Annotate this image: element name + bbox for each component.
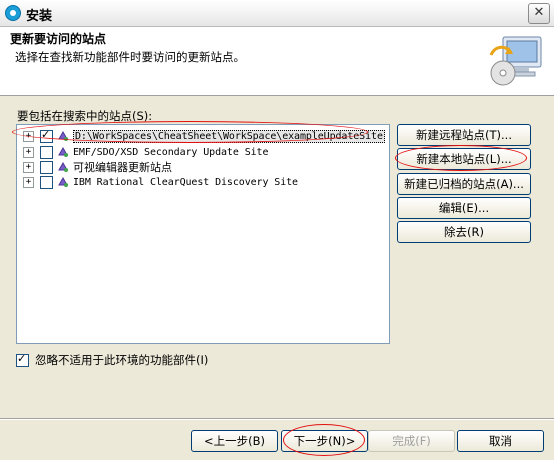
list-item[interactable]: + IBM Rational ClearQuest Discovery Site — [23, 174, 298, 190]
site-icon — [58, 161, 68, 172]
close-icon: ✕ — [533, 5, 545, 20]
expand-icon[interactable]: + — [23, 146, 34, 158]
header-banner: 更新要访问的站点 选择在查找新功能部件时要访问的更新站点。 — [0, 27, 554, 96]
new-archived-site-button[interactable]: 新建已归档的站点(A)... — [397, 173, 531, 195]
title-bar[interactable]: 安装 ✕ — [0, 0, 554, 27]
update-site-icon — [489, 36, 542, 86]
site-checkbox[interactable] — [40, 128, 53, 143]
next-button[interactable]: 下一步(N)> — [281, 430, 368, 452]
list-item[interactable]: + D:\WorkSpaces\CheatSheet\WorkSpace\exa… — [23, 128, 385, 144]
list-item[interactable]: + 可视编辑器更新站点 — [23, 159, 172, 175]
divider — [0, 418, 554, 420]
eclipse-icon — [5, 5, 21, 21]
site-icon — [58, 176, 68, 187]
site-label: IBM Rational ClearQuest Discovery Site — [73, 176, 298, 188]
remove-button[interactable]: 除去(R) — [397, 221, 531, 243]
expand-icon[interactable]: + — [23, 161, 34, 173]
ignore-features-label: 忽略不适用于此环境的功能部件(I) — [35, 353, 209, 367]
new-local-site-button[interactable]: 新建本地站点(L)... — [397, 148, 531, 170]
new-remote-site-button[interactable]: 新建远程站点(T)... — [397, 124, 531, 146]
page-description: 选择在查找新功能部件时要访问的更新站点。 — [15, 50, 245, 64]
finish-button: 完成(F) — [368, 430, 455, 452]
site-checkbox[interactable] — [40, 175, 53, 189]
close-button[interactable]: ✕ — [528, 3, 550, 24]
site-label: EMF/SDO/XSD Secondary Update Site — [73, 146, 269, 158]
edit-button[interactable]: 编辑(E)... — [397, 197, 531, 219]
site-icon — [58, 130, 68, 141]
site-checkbox[interactable] — [40, 160, 53, 174]
install-dialog: 安装 ✕ 更新要访问的站点 选择在查找新功能部件时要访问的更新站点。 要包括在搜… — [0, 0, 554, 460]
site-icon — [58, 146, 68, 157]
site-tree[interactable]: + D:\WorkSpaces\CheatSheet\WorkSpace\exa… — [16, 124, 390, 344]
list-item[interactable]: + EMF/SDO/XSD Secondary Update Site — [23, 144, 268, 160]
cancel-button[interactable]: 取消 — [457, 430, 544, 452]
page-title: 更新要访问的站点 — [10, 32, 107, 46]
site-checkbox[interactable] — [40, 145, 53, 159]
expand-icon[interactable]: + — [23, 176, 34, 188]
site-label: D:\WorkSpaces\CheatSheet\WorkSpace\examp… — [73, 129, 385, 143]
site-label: 可视编辑器更新站点 — [73, 161, 172, 174]
ignore-features-option[interactable]: 忽略不适用于此环境的功能部件(I) — [16, 352, 208, 368]
site-list-label: 要包括在搜索中的站点(S): — [17, 109, 153, 123]
window-title: 安装 — [26, 9, 53, 24]
expand-icon[interactable]: + — [23, 130, 34, 142]
ignore-features-checkbox[interactable] — [16, 352, 29, 367]
back-button[interactable]: <上一步(B) — [191, 430, 278, 452]
